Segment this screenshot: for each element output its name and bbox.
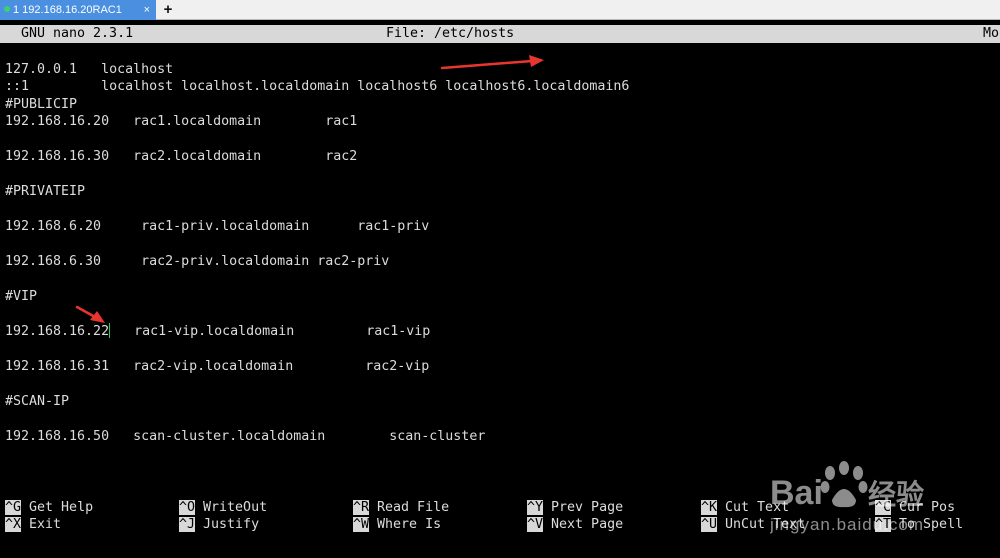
editor-line[interactable]: 192.168.6.30 rac2-priv.localdomain rac2-… — [5, 253, 389, 270]
nano-version: GNU nano 2.3.1 — [21, 26, 134, 41]
shortcut-get-help: ^G Get Help — [5, 500, 94, 515]
shortcut-next-page: ^V Next Page — [527, 517, 624, 532]
editor-line-cursor[interactable]: 192.168.16.22 rac1-vip.localdomain rac1-… — [5, 323, 430, 340]
editor-line[interactable]: #SCAN-IP — [5, 393, 69, 410]
shortcut-justify: ^J Justify — [179, 517, 260, 532]
editor-line[interactable]: 192.168.16.20 rac1.localdomain rac1 — [5, 113, 357, 130]
close-tab-icon[interactable]: × — [144, 0, 150, 20]
session-tab[interactable]: 1 192.168.16.20RAC1 × — [0, 0, 156, 20]
shortcut-writeout: ^O WriteOut — [179, 500, 268, 515]
editor-line[interactable]: 192.168.6.20 rac1-priv.localdomain rac1-… — [5, 218, 429, 235]
editor-line[interactable]: #VIP — [5, 288, 37, 305]
editor-line[interactable]: 127.0.0.1 localhost — [5, 61, 173, 78]
editor-line[interactable]: ::1 localhost localhost.localdomain loca… — [5, 78, 629, 95]
svg-text:经验: 经验 — [868, 478, 924, 511]
nano-title-bar: GNU nano 2.3.1 File: /etc/hosts Mo — [0, 25, 1000, 43]
modified-indicator: Mo — [983, 26, 1000, 41]
shortcut-where-is: ^W Where Is — [353, 517, 442, 532]
connection-status-icon — [4, 6, 10, 12]
new-tab-button[interactable]: + — [159, 0, 177, 20]
editor-line[interactable]: 192.168.16.31 rac2-vip.localdomain rac2-… — [5, 358, 429, 375]
shortcut-read-file: ^R Read File — [353, 500, 450, 515]
host-text: rac1-vip.localdomain rac1-vip — [110, 324, 431, 339]
editor-line[interactable]: 192.168.16.50 scan-cluster.localdomain s… — [5, 428, 485, 445]
annotation-arrow-icon — [75, 305, 105, 323]
shortcut-exit: ^X Exit — [5, 517, 62, 532]
session-tab-label: 1 192.168.16.20RAC1 — [13, 4, 122, 16]
editor-line[interactable]: 192.168.16.30 rac2.localdomain rac2 — [5, 148, 357, 165]
ip-text: 192.168.16.22 — [5, 324, 110, 339]
editor-line[interactable]: #PUBLICIP — [5, 96, 77, 113]
annotation-arrow-icon — [440, 55, 544, 70]
file-name: File: /etc/hosts — [386, 26, 515, 41]
tab-bar: 1 192.168.16.20RAC1 × + — [0, 0, 1000, 20]
editor-line[interactable]: #PRIVATEIP — [5, 183, 85, 200]
svg-text:jingyan.baidu.com: jingyan.baidu.com — [770, 515, 924, 534]
svg-text:Bai: Bai — [770, 474, 823, 512]
shortcut-prev-page: ^Y Prev Page — [527, 500, 624, 515]
baidu-jingyan-watermark-icon: Bai 经验 jingyan.baidu.com — [770, 461, 924, 534]
